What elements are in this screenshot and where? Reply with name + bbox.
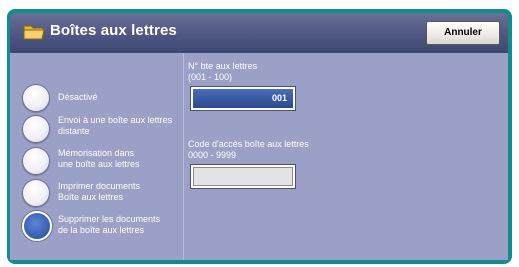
access-code-label: Code d'accès boîte aux lettres 0000 - 99…: [188, 139, 309, 160]
option-label: Désactivé: [58, 92, 98, 102]
option-label: Envoi à une boîte aux lettres distante: [58, 115, 173, 136]
cancel-button[interactable]: Annuler: [426, 21, 500, 45]
option-label: Supprimer les documents de la boîte aux …: [58, 214, 161, 235]
divider: [183, 53, 184, 260]
mailbox-number-field[interactable]: 001: [190, 86, 296, 111]
option-label: Imprimer documents Boîte aux lettres: [58, 181, 141, 202]
main-panel: Désactivé Envoi à une boîte aux lettres …: [10, 53, 508, 260]
option-delete-documents[interactable]: Supprimer les documents de la boîte aux …: [22, 211, 182, 241]
radio-button-selected[interactable]: [22, 211, 52, 241]
option-store-mailbox[interactable]: Mémorisation dans une boîte aux lettres: [22, 147, 182, 177]
page-title: Boîtes aux lettres: [50, 22, 177, 39]
option-print-documents[interactable]: Imprimer documents Boîte aux lettres: [22, 179, 182, 209]
access-code-field[interactable]: [190, 164, 296, 189]
radio-button[interactable]: [22, 179, 50, 207]
radio-button[interactable]: [22, 147, 50, 175]
option-remote-mailbox[interactable]: Envoi à une boîte aux lettres distante: [22, 115, 182, 145]
title-bar: Boîtes aux lettres Annuler: [10, 13, 508, 53]
radio-button[interactable]: [22, 84, 50, 112]
access-code-value: [193, 167, 293, 186]
option-disabled[interactable]: Désactivé: [22, 84, 182, 114]
mailbox-number-label: N° bte aux lettres (001 - 100): [188, 61, 258, 82]
mailbox-number-value: 001: [193, 89, 293, 108]
radio-button[interactable]: [22, 115, 50, 143]
folder-icon: [23, 25, 45, 40]
option-label: Mémorisation dans une boîte aux lettres: [58, 148, 140, 169]
